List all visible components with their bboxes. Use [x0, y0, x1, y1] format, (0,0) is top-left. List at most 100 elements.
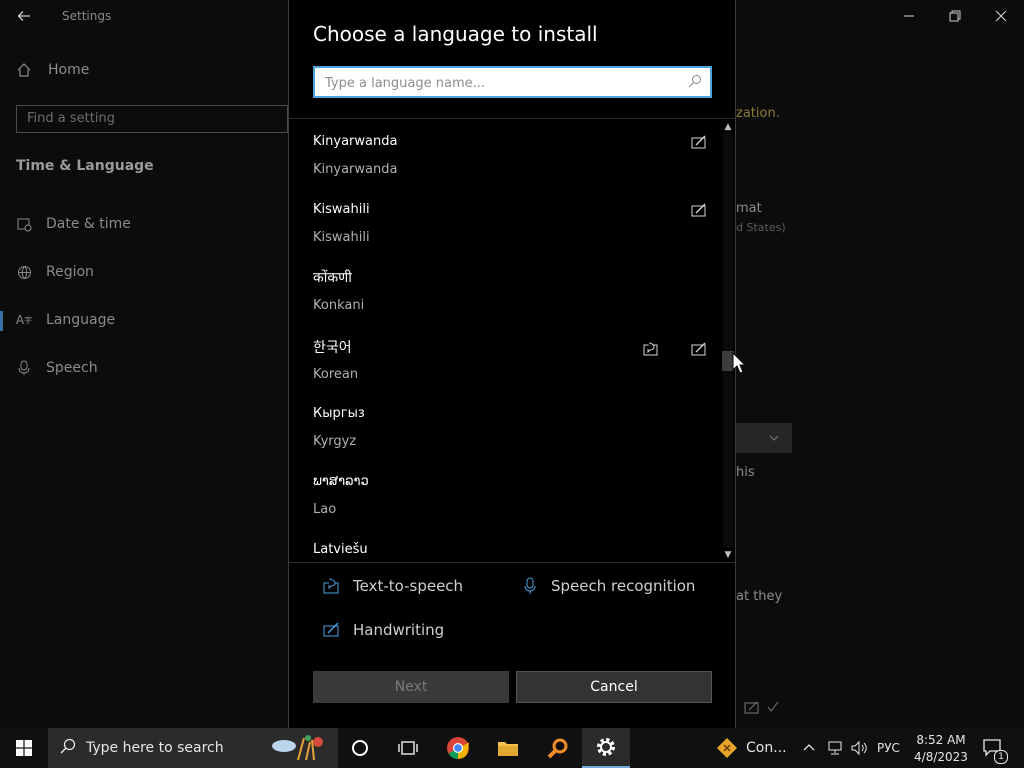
taskbar-search-box[interactable]: Type here to search: [48, 728, 338, 768]
settings-sidebar: Home Find a setting Time & Language Date…: [0, 32, 290, 728]
dialog-title: Choose a language to install: [313, 22, 598, 46]
task-view-button[interactable]: [384, 728, 432, 768]
action-center-button[interactable]: 1: [982, 728, 1008, 768]
search-icon: [688, 74, 702, 92]
nav-item-date-time[interactable]: Date & time: [16, 216, 131, 232]
cortana-icon: [352, 740, 368, 756]
scroll-down-arrow[interactable]: ▼: [721, 548, 735, 562]
clock-date: 4/8/2023: [914, 750, 968, 764]
home-icon: [17, 63, 31, 77]
network-icon: [828, 741, 842, 755]
active-nav-indicator: [0, 311, 3, 331]
chevron-up-icon: [803, 744, 815, 751]
clock[interactable]: 8:52 AM 4/8/2023: [906, 730, 976, 766]
chrome-taskbar-button[interactable]: [434, 728, 482, 768]
volume-tray-icon[interactable]: [850, 728, 868, 768]
bg-text-fragment: mat: [736, 201, 762, 216]
handwriting-icon: [691, 342, 706, 356]
minimize-button[interactable]: [886, 0, 932, 32]
home-link[interactable]: Home: [16, 62, 89, 78]
close-button[interactable]: [978, 0, 1024, 32]
legend-speech-recognition: Speech recognition: [521, 577, 695, 595]
handwriting-icon: [323, 621, 341, 639]
scroll-up-arrow[interactable]: ▲: [721, 120, 735, 134]
microphone-icon: [16, 360, 32, 376]
language-english-name: Korean: [313, 367, 359, 382]
language-item-latviesu[interactable]: Latviešu: [313, 542, 713, 562]
language-native-name: Kiswahili: [313, 202, 370, 217]
bg-text-fragment: zation.: [736, 106, 780, 121]
language-native-name: 한국어: [313, 340, 352, 356]
find-setting-input[interactable]: Find a setting: [16, 105, 288, 133]
language-item-korean[interactable]: 한국어 Korean: [313, 337, 713, 397]
app-title: Settings: [62, 9, 112, 23]
spellcheck-icon: [767, 701, 779, 712]
next-button[interactable]: Next: [313, 671, 509, 703]
input-language-indicator[interactable]: РУС: [877, 728, 900, 768]
tray-app-label: Con...: [746, 740, 787, 756]
tray-app-notification[interactable]: Con...: [716, 728, 787, 768]
mouse-cursor-icon: [732, 352, 746, 374]
section-title: Time & Language: [16, 158, 154, 174]
folder-icon: [498, 742, 518, 756]
show-hidden-icons-button[interactable]: [802, 728, 816, 768]
feature-legend: Text-to-speech Speech recognition Handwr…: [289, 562, 735, 649]
search-app-taskbar-button[interactable]: [534, 728, 582, 768]
calendar-clock-icon: [16, 216, 32, 232]
language-icon: A字: [15, 313, 33, 327]
handwriting-icon: [691, 135, 706, 149]
language-search-box[interactable]: [313, 66, 712, 98]
nav-label-speech: Speech: [46, 360, 98, 376]
language-item-kyrgyz[interactable]: Кыргыз Kyrgyz: [313, 406, 713, 466]
nav-label-date-time: Date & time: [46, 216, 131, 232]
globe-icon: [16, 264, 32, 280]
language-item-kiswahili[interactable]: Kiswahili Kiswahili: [313, 202, 713, 262]
file-explorer-taskbar-button[interactable]: [484, 728, 532, 768]
magnifier-app-icon: [547, 738, 568, 759]
find-setting-placeholder: Find a setting: [27, 111, 115, 126]
language-native-name: Кыргыз: [313, 406, 365, 421]
bg-dropdown: [736, 423, 792, 453]
language-list[interactable]: Kinyarwanda Kinyarwanda Kiswahili Kiswah…: [289, 120, 721, 562]
network-tray-icon[interactable]: [826, 728, 844, 768]
legend-tts-label: Text-to-speech: [353, 577, 464, 595]
language-item-konkani[interactable]: कोंकणी Konkani: [313, 268, 713, 328]
divider: [289, 118, 735, 119]
notification-count-badge: 1: [994, 750, 1008, 764]
language-english-name: Konkani: [313, 298, 365, 313]
bg-text-fragment: at they: [736, 589, 783, 604]
language-native-name: ພາສາລາວ: [313, 474, 369, 489]
language-native-name: कोंकणी: [313, 270, 352, 286]
minimize-icon: [904, 15, 914, 17]
language-english-name: Kyrgyz: [313, 434, 357, 449]
back-button[interactable]: [8, 4, 40, 28]
legend-handwriting-label: Handwriting: [353, 621, 445, 639]
language-search-input[interactable]: [323, 71, 687, 95]
nav-item-language[interactable]: A字 Language: [16, 312, 115, 328]
cancel-button[interactable]: Cancel: [516, 671, 712, 703]
bg-text-fragment: d States): [736, 221, 786, 234]
warning-app-icon: [717, 738, 737, 758]
language-list-scrollbar[interactable]: ▲ ▼: [721, 120, 735, 562]
text-to-speech-icon: [323, 577, 341, 595]
gear-icon: [597, 738, 615, 756]
scrollbar-track[interactable]: [723, 134, 733, 548]
settings-taskbar-button[interactable]: [582, 728, 630, 768]
home-label: Home: [48, 62, 90, 78]
text-to-speech-icon: [643, 342, 658, 356]
legend-speech-recognition-label: Speech recognition: [551, 577, 696, 595]
start-button[interactable]: [0, 728, 48, 768]
nav-item-speech[interactable]: Speech: [16, 360, 98, 376]
language-item-kinyarwanda[interactable]: Kinyarwanda Kinyarwanda: [313, 134, 713, 194]
language-item-lao[interactable]: ພາສາລາວ Lao: [313, 474, 713, 534]
nav-label-region: Region: [46, 264, 94, 280]
restore-icon: [949, 10, 961, 22]
nav-item-region[interactable]: Region: [16, 264, 94, 280]
handwriting-icon: [744, 701, 759, 714]
language-english-name: Kinyarwanda: [313, 162, 398, 177]
bg-feature-icons: [744, 700, 784, 716]
language-english-name: Kiswahili: [313, 230, 370, 245]
cortana-button[interactable]: [336, 728, 384, 768]
restore-button[interactable]: [932, 0, 978, 32]
windows-logo-icon: [16, 740, 32, 756]
